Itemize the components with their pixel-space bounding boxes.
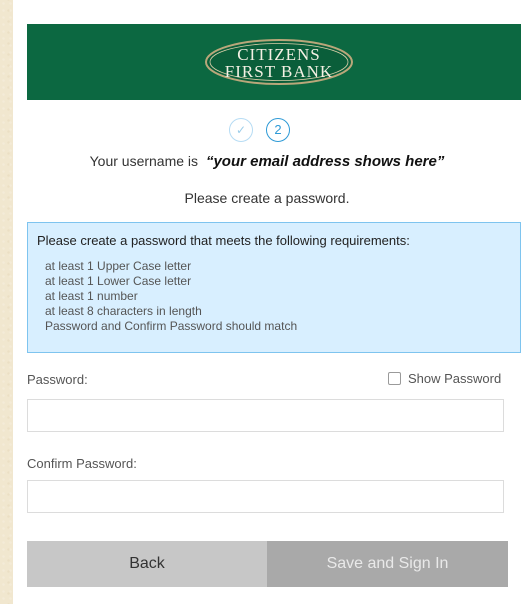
logo-line-citizens: CITIZENS [237, 45, 321, 64]
password-label: Password: [27, 372, 88, 387]
password-input[interactable] [27, 399, 504, 432]
show-password-toggle[interactable]: Show Password [388, 371, 501, 387]
confirm-password-input[interactable] [27, 480, 504, 513]
requirement-item: at least 8 characters in length [45, 304, 202, 318]
show-password-label[interactable]: Show Password [408, 371, 501, 386]
step-2-current: 2 [266, 118, 290, 142]
confirm-password-label: Confirm Password: [27, 456, 137, 471]
requirements-title: Please create a password that meets the … [37, 233, 410, 248]
requirement-item: Password and Confirm Password should mat… [45, 319, 298, 333]
show-password-checkbox[interactable] [388, 372, 401, 386]
logo-line-first-bank: FIRST BANK [224, 62, 334, 81]
create-password-instruction: Please create a password. [184, 190, 350, 206]
check-icon: ✓ [235, 123, 247, 137]
step-indicator: ✓ 2 [229, 118, 299, 148]
step-1-completed: ✓ [229, 118, 253, 142]
bank-header: CITIZENS FIRST BANK [27, 24, 521, 100]
requirement-item: at least 1 Upper Case letter [45, 259, 192, 273]
bank-logo: CITIZENS FIRST BANK [204, 38, 354, 86]
requirements-box: Please create a password that meets the … [27, 222, 521, 353]
requirement-item: at least 1 number [45, 289, 138, 303]
save-and-sign-in-button[interactable]: Save and Sign In [267, 541, 508, 587]
logo-text: CITIZENS FIRST BANK [204, 46, 354, 80]
username-line: Your username is “your email address sho… [13, 153, 521, 170]
username-prefix: Your username is [89, 153, 199, 169]
password-card: CITIZENS FIRST BANK ✓ 2 Your username is… [13, 0, 521, 604]
step-number: 2 [274, 122, 282, 137]
requirement-item: at least 1 Lower Case letter [45, 274, 192, 288]
requirements-list: at least 1 Upper Case letter at least 1 … [45, 259, 297, 334]
back-button[interactable]: Back [27, 541, 267, 587]
username-value: “your email address shows here” [205, 153, 445, 170]
